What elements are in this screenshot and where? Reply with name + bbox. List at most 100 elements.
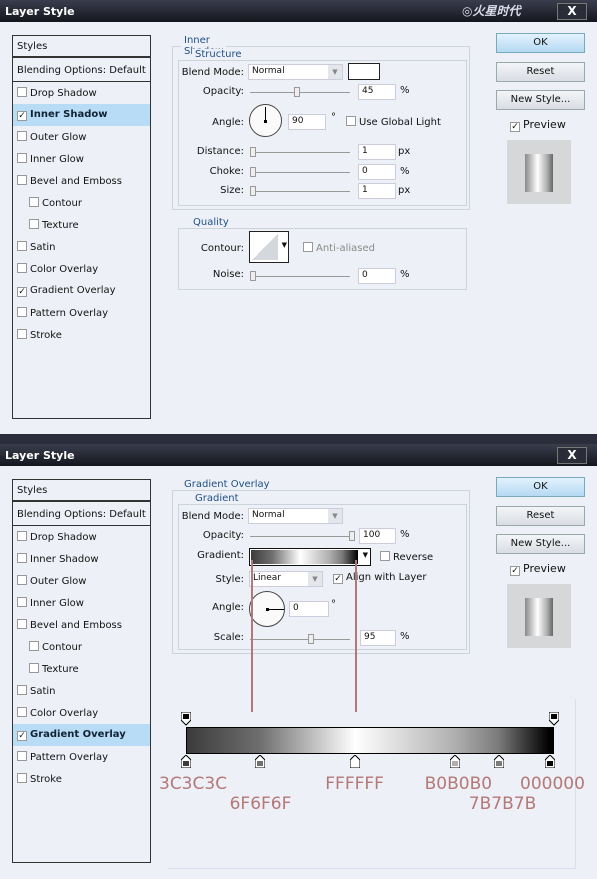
quality-group <box>178 228 467 290</box>
opacity-input[interactable]: 100 <box>359 528 396 544</box>
opacity-input[interactable]: 45 <box>358 84 396 100</box>
blend-mode-select[interactable]: Normal ▼ <box>248 508 343 524</box>
chevron-down-icon: ▼ <box>362 551 368 559</box>
align-with-layer-checkbox[interactable]: ✓ Align with Layer <box>333 572 427 584</box>
choke-input[interactable]: 0 <box>358 164 396 180</box>
color-stop[interactable] <box>180 754 192 769</box>
percent-unit: % <box>400 85 410 96</box>
gradient-label: Gradient: <box>197 550 244 561</box>
anti-aliased-checkbox[interactable]: Anti-aliased <box>303 242 375 254</box>
blend-mode-select[interactable]: Normal ▼ <box>248 64 343 80</box>
style-item-label: Inner Shadow <box>30 109 108 120</box>
style-label: Style: <box>215 574 245 585</box>
chevron-down-icon: ▼ <box>328 509 342 523</box>
style-item[interactable]: Stroke <box>13 324 150 346</box>
checkbox[interactable] <box>17 153 27 163</box>
opacity-stop[interactable] <box>180 711 192 726</box>
shadow-color-swatch[interactable] <box>348 63 380 80</box>
dialog-gradient-overlay: Layer Style X Styles Blending Options: D… <box>0 444 597 879</box>
noise-input[interactable]: 0 <box>358 268 396 284</box>
ok-button[interactable]: OK <box>496 33 585 53</box>
blending-options[interactable]: Blending Options: Default <box>13 60 150 82</box>
style-item[interactable]: Texture <box>13 214 150 236</box>
checkbox[interactable] <box>17 175 27 185</box>
choke-slider[interactable] <box>250 167 350 177</box>
opacity-label: Opacity: <box>202 530 244 541</box>
gradient-group-title: Gradient <box>192 493 242 504</box>
style-item[interactable]: Inner Glow <box>13 148 150 170</box>
angle-input[interactable]: 0 <box>289 601 329 617</box>
preview-thumbnail <box>507 140 571 204</box>
angle-dial[interactable] <box>249 104 282 137</box>
blend-mode-label: Blend Mode: <box>181 511 244 522</box>
color-stop-label: B0B0B0 <box>424 774 493 794</box>
style-item[interactable]: Contour <box>13 192 150 214</box>
checkbox[interactable] <box>17 263 27 273</box>
dialog-title: Layer Style <box>5 5 75 18</box>
style-item-label: Satin <box>30 242 56 253</box>
style-item[interactable]: Satin <box>13 236 150 258</box>
style-item[interactable]: ✓ Inner Shadow <box>13 104 150 126</box>
global-light-checkbox[interactable]: Use Global Light <box>346 116 441 128</box>
checkbox[interactable] <box>17 87 27 97</box>
distance-input[interactable]: 1 <box>358 144 396 160</box>
style-item[interactable]: ✓ Gradient Overlay <box>13 280 150 302</box>
angle-label: Angle: <box>212 602 244 613</box>
preview-checkbox[interactable]: ✓ Preview <box>510 118 566 132</box>
checkbox[interactable] <box>17 329 27 339</box>
chevron-down-icon: ▼ <box>281 241 287 249</box>
new-style-button[interactable]: New Style... <box>496 90 585 110</box>
chevron-down-icon: ▼ <box>328 65 342 79</box>
gradient-bar[interactable] <box>186 727 554 754</box>
size-label: Size: <box>220 185 244 196</box>
checkbox[interactable]: ✓ <box>17 111 27 121</box>
degree-unit: ° <box>331 599 336 610</box>
checkbox[interactable] <box>17 131 27 141</box>
style-item[interactable]: Outer Glow <box>13 126 150 148</box>
checkbox[interactable] <box>29 219 39 229</box>
styles-list: Styles Blending Options: Default Drop Sh… <box>12 35 151 419</box>
color-stop[interactable] <box>254 754 266 769</box>
style-item-label: Outer Glow <box>30 132 87 143</box>
distance-label: Distance: <box>196 146 244 157</box>
opacity-slider[interactable] <box>250 531 355 541</box>
reverse-checkbox[interactable]: Reverse <box>380 551 433 563</box>
style-item-label: Pattern Overlay <box>30 308 109 319</box>
gradient-picker[interactable]: ▼ <box>249 548 371 566</box>
watermark-logo: ◎火星时代 <box>462 4 521 18</box>
px-unit: px <box>398 146 411 157</box>
style-select[interactable]: Linear ▼ <box>249 571 323 587</box>
color-stop[interactable] <box>493 754 505 769</box>
opacity-stop[interactable] <box>548 711 560 726</box>
style-item[interactable]: Drop Shadow <box>13 82 150 104</box>
checkbox[interactable] <box>17 241 27 251</box>
size-slider[interactable] <box>250 186 350 196</box>
checkbox[interactable]: ✓ <box>17 287 27 297</box>
style-item-label: Color Overlay <box>30 264 99 275</box>
angle-dial[interactable] <box>249 591 285 627</box>
noise-slider[interactable] <box>250 271 350 281</box>
close-button[interactable]: X <box>557 3 587 20</box>
percent-unit: % <box>400 166 410 177</box>
color-stop[interactable] <box>544 754 556 769</box>
style-item[interactable]: Bevel and Emboss <box>13 170 150 192</box>
checkbox[interactable] <box>17 307 27 317</box>
scale-slider[interactable] <box>250 634 350 644</box>
style-item-label: Texture <box>42 220 79 231</box>
styles-header[interactable]: Styles <box>13 36 150 58</box>
checkbox[interactable] <box>29 197 39 207</box>
size-input[interactable]: 1 <box>358 183 396 199</box>
color-stop-label: FFFFFF <box>325 774 384 794</box>
style-item-label: Stroke <box>30 330 62 341</box>
distance-slider[interactable] <box>250 147 350 157</box>
opacity-slider[interactable] <box>250 87 350 97</box>
style-item[interactable]: Pattern Overlay <box>13 302 150 324</box>
contour-picker[interactable]: ▼ <box>249 231 289 263</box>
color-stop-label: 000000 <box>520 774 585 794</box>
reset-button[interactable]: Reset <box>496 62 585 82</box>
style-item[interactable]: Color Overlay <box>13 258 150 280</box>
scale-input[interactable]: 95 <box>360 630 396 646</box>
color-stop[interactable] <box>449 754 461 769</box>
angle-input[interactable]: 90 <box>288 114 326 130</box>
color-stop[interactable] <box>349 754 361 769</box>
